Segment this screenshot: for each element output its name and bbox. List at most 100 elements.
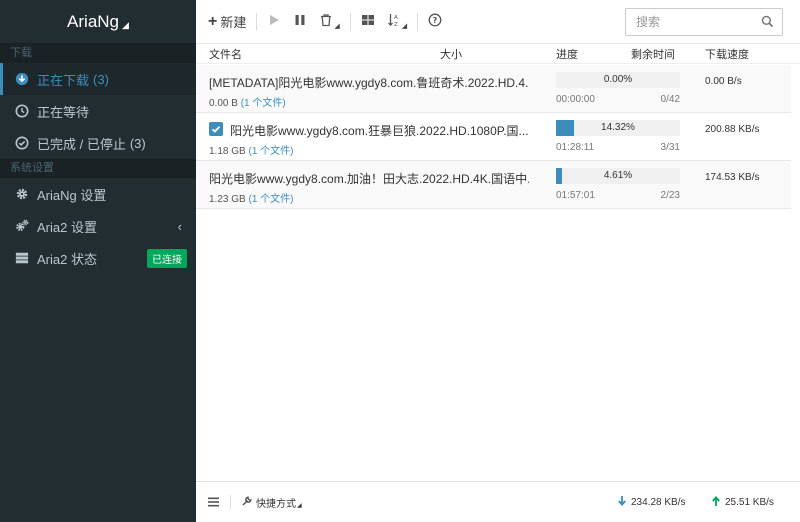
task-speed: 174.53 KB/s: [705, 172, 760, 183]
select-all-button[interactable]: [355, 0, 381, 44]
grid-icon: [361, 13, 375, 30]
shortcut-label: 快捷方式: [256, 499, 296, 510]
progress-bar: 4.61%: [556, 168, 680, 184]
server-icon: [15, 251, 29, 265]
task-files-link[interactable]: (1 个文件): [241, 98, 286, 109]
menu-icon[interactable]: [208, 497, 219, 510]
task-size: 1.23 GB (1 个文件): [209, 190, 293, 205]
task-speed: 0.00 B/s: [705, 76, 742, 87]
task-size: 1.18 GB (1 个文件): [209, 142, 293, 157]
new-task-button[interactable]: + 新建: [196, 0, 252, 44]
progress-bar: 0.00%: [556, 72, 680, 88]
task-name: [METADATA]阳光电影www.ygdy8.com.鲁班奇术.2022.HD…: [209, 76, 529, 90]
sidebar-item-aria2-settings[interactable]: Aria2 设置 ‹: [0, 210, 196, 242]
sidebar-item-count: (3): [129, 135, 146, 151]
task-pieces: 0/42: [660, 94, 680, 105]
plus-icon: +: [208, 12, 218, 30]
trash-icon: [319, 13, 333, 30]
task-size: 0.00 B (1 个文件): [209, 94, 286, 109]
column-header-size[interactable]: 大小: [440, 46, 462, 62]
toolbar-divider: [256, 12, 258, 31]
task-row[interactable]: 阳光电影www.ygdy8.com.加油！田大志.2022.HD.4K.国语中.…: [196, 161, 791, 209]
new-task-label: 新建: [220, 15, 247, 30]
toolbar-divider: [417, 12, 419, 31]
sidebar-item-label: Aria2 设置: [37, 219, 97, 235]
task-pieces: 2/23: [660, 190, 680, 201]
task-remaining-time: 01:57:01: [556, 190, 595, 201]
task-remaining-time: 01:28:11: [556, 142, 595, 153]
sidebar-item-downloading[interactable]: 正在下载 (3): [0, 63, 196, 95]
task-checkbox[interactable]: [209, 122, 223, 136]
sidebar-item-aria2-status[interactable]: Aria2 状态 已连接: [0, 242, 196, 274]
help-button[interactable]: ?: [422, 0, 448, 44]
caret-down-icon: ◢: [122, 20, 129, 30]
gear-icon: [15, 187, 29, 201]
check-circle-icon: [15, 136, 29, 150]
sidebar-item-count: (3): [93, 71, 109, 87]
search-box: [625, 8, 783, 36]
sort-alpha-icon: AZ: [387, 13, 401, 30]
search-input[interactable]: [636, 15, 756, 29]
column-header-remaining[interactable]: 剩余时间: [631, 46, 675, 62]
task-pieces: 3/31: [660, 142, 680, 153]
arrow-up-icon: [712, 496, 720, 509]
column-header-speed[interactable]: 下载速度: [705, 46, 749, 62]
wrench-icon: [242, 496, 252, 509]
sidebar-item-stopped[interactable]: 已完成 / 已停止 (3): [0, 127, 196, 159]
task-size-value: 0.00 B: [209, 98, 238, 109]
pause-icon: [293, 13, 307, 30]
task-size-value: 1.18 GB: [209, 146, 246, 157]
caret-down-icon: ◢: [401, 22, 408, 30]
sidebar: AriaNg ◢ 下载 正在下载 (3) 正在等待 已完成 / 已停止 (3) …: [0, 0, 196, 522]
search-icon[interactable]: [761, 15, 774, 31]
sidebar-item-label: AriaNg 设置: [37, 187, 107, 203]
status-badge: 已连接: [147, 248, 187, 268]
sidebar-item-ariang-settings[interactable]: AriaNg 设置: [0, 178, 196, 210]
delete-button[interactable]: ◢: [313, 0, 345, 44]
task-files-link[interactable]: (1 个文件): [248, 146, 293, 157]
pause-button[interactable]: [287, 0, 313, 44]
column-header-name[interactable]: 文件名: [209, 46, 242, 62]
upload-speed-value: 25.51 KB/s: [725, 497, 774, 508]
start-button[interactable]: [261, 0, 287, 44]
task-name: 阳光电影www.ygdy8.com.狂暴巨狼.2022.HD.1080P.国..…: [230, 124, 529, 138]
task-row[interactable]: 阳光电影www.ygdy8.com.狂暴巨狼.2022.HD.1080P.国..…: [196, 113, 791, 161]
check-icon: [211, 126, 221, 133]
svg-text:?: ?: [433, 16, 438, 25]
sidebar-item-waiting[interactable]: 正在等待: [0, 95, 196, 127]
footer-divider: [230, 495, 231, 509]
task-name: 阳光电影www.ygdy8.com.加油！田大志.2022.HD.4K.国语中.…: [209, 172, 529, 186]
toolbar: + 新建 ◢ AZ ◢ ?: [196, 0, 800, 44]
task-row[interactable]: [METADATA]阳光电影www.ygdy8.com.鲁班奇术.2022.HD…: [196, 65, 791, 113]
toolbar-divider: [349, 12, 351, 31]
arrow-down-icon: [618, 496, 626, 509]
svg-text:Z: Z: [394, 22, 398, 27]
status-bar: 快捷方式 ◢ 234.28 KB/s 25.51 KB/s: [196, 481, 800, 522]
brand-logo[interactable]: AriaNg ◢: [0, 0, 196, 44]
progress-text: 14.32%: [601, 122, 635, 133]
task-list-header: 文件名 大小 进度 剩余时间 下载速度: [196, 44, 800, 64]
task-files-link[interactable]: (1 个文件): [248, 194, 293, 205]
section-header-download: 下载: [0, 44, 196, 63]
caret-down-icon: ◢: [334, 22, 340, 30]
sidebar-item-label: 正在下载: [37, 72, 90, 88]
sort-button[interactable]: AZ ◢: [381, 0, 413, 44]
task-size-value: 1.23 GB: [209, 194, 246, 205]
clock-icon: [15, 104, 29, 118]
shortcut-button[interactable]: 快捷方式 ◢: [242, 495, 302, 510]
progress-bar: 14.32%: [556, 120, 680, 136]
play-icon: [267, 13, 281, 30]
section-header-settings: 系统设置: [0, 159, 196, 178]
caret-down-icon: ◢: [297, 503, 302, 509]
upload-speed: 25.51 KB/s: [712, 496, 774, 509]
sidebar-item-label: 已完成 / 已停止: [37, 136, 126, 152]
column-header-progress[interactable]: 进度: [556, 46, 578, 62]
svg-text:A: A: [394, 15, 398, 21]
brand-title: AriaNg: [67, 11, 120, 31]
progress-text: 0.00%: [603, 74, 633, 85]
sidebar-item-label: 正在等待: [37, 104, 90, 120]
task-speed: 200.88 KB/s: [705, 124, 760, 135]
sidebar-item-label: Aria2 状态: [37, 251, 97, 267]
progress-text: 4.61%: [603, 170, 633, 181]
download-speed-value: 234.28 KB/s: [631, 497, 686, 508]
